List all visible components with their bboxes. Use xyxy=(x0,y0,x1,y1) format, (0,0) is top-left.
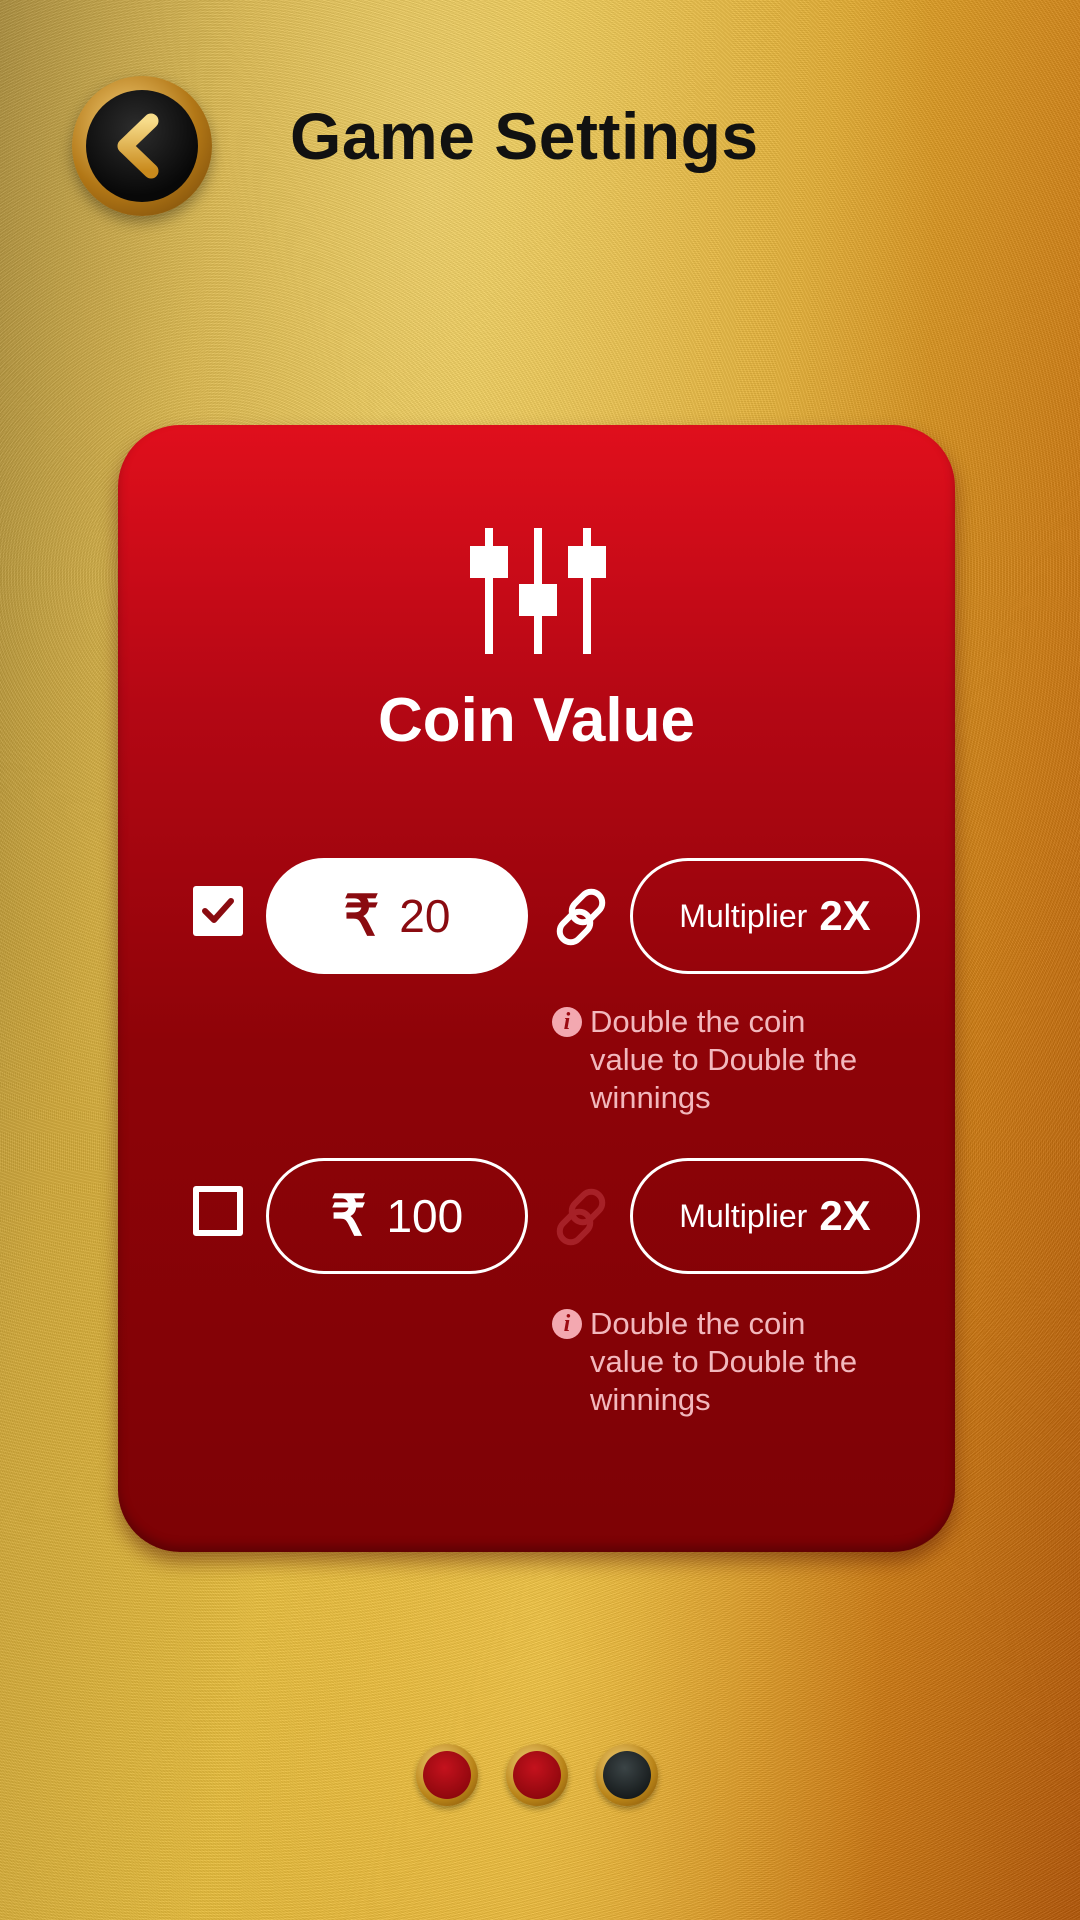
back-button-face xyxy=(86,90,198,202)
multiplier-label: Multiplier xyxy=(679,897,808,934)
info-text: Double the coin value to Double the winn… xyxy=(590,1004,858,1115)
multiplier-info: i Double the coin value to Double the wi… xyxy=(552,1003,882,1117)
page-title: Game Settings xyxy=(290,99,759,173)
multiplier-pill[interactable]: Multiplier 2X xyxy=(630,858,920,974)
info-icon: i xyxy=(552,1007,582,1037)
coin-option-row: ₹ 20 Multiplier 2X xyxy=(118,858,955,978)
coin-option-checkbox[interactable] xyxy=(193,886,243,936)
page-dot-2[interactable] xyxy=(506,1744,568,1806)
multiplier-pill[interactable]: Multiplier 2X xyxy=(630,1158,920,1274)
sliders-icon xyxy=(470,528,606,654)
coin-option-row: ₹ 100 Multiplier 2X xyxy=(118,1158,955,1278)
card-title: Coin Value xyxy=(378,686,695,755)
page-dot-1[interactable] xyxy=(416,1744,478,1806)
chevron-left-icon xyxy=(117,113,159,179)
coin-option-checkbox[interactable] xyxy=(193,1186,243,1236)
multiplier-value: 2X xyxy=(819,892,871,939)
rupee-icon: ₹ xyxy=(343,884,380,947)
page-indicator xyxy=(416,1744,658,1806)
coin-amount: 100 xyxy=(386,1190,464,1242)
coin-amount: 20 xyxy=(399,890,451,942)
coin-amount-pill[interactable]: ₹ 20 xyxy=(266,858,528,974)
multiplier-value: 2X xyxy=(819,1192,871,1239)
multiplier-info: i Double the coin value to Double the wi… xyxy=(552,1305,882,1419)
link-icon[interactable] xyxy=(550,1186,612,1248)
info-text: Double the coin value to Double the winn… xyxy=(590,1306,858,1417)
coin-amount-pill[interactable]: ₹ 100 xyxy=(266,1158,528,1274)
checkmark-icon xyxy=(202,898,234,923)
page-dot-3-active[interactable] xyxy=(596,1744,658,1806)
back-button[interactable] xyxy=(72,76,212,216)
info-icon: i xyxy=(552,1309,582,1339)
rupee-icon: ₹ xyxy=(330,1184,367,1247)
coin-value-card: Coin Value ₹ 20 Multiplier 2X i Double t… xyxy=(118,425,955,1552)
link-icon[interactable] xyxy=(550,886,612,948)
multiplier-label: Multiplier xyxy=(679,1197,808,1234)
